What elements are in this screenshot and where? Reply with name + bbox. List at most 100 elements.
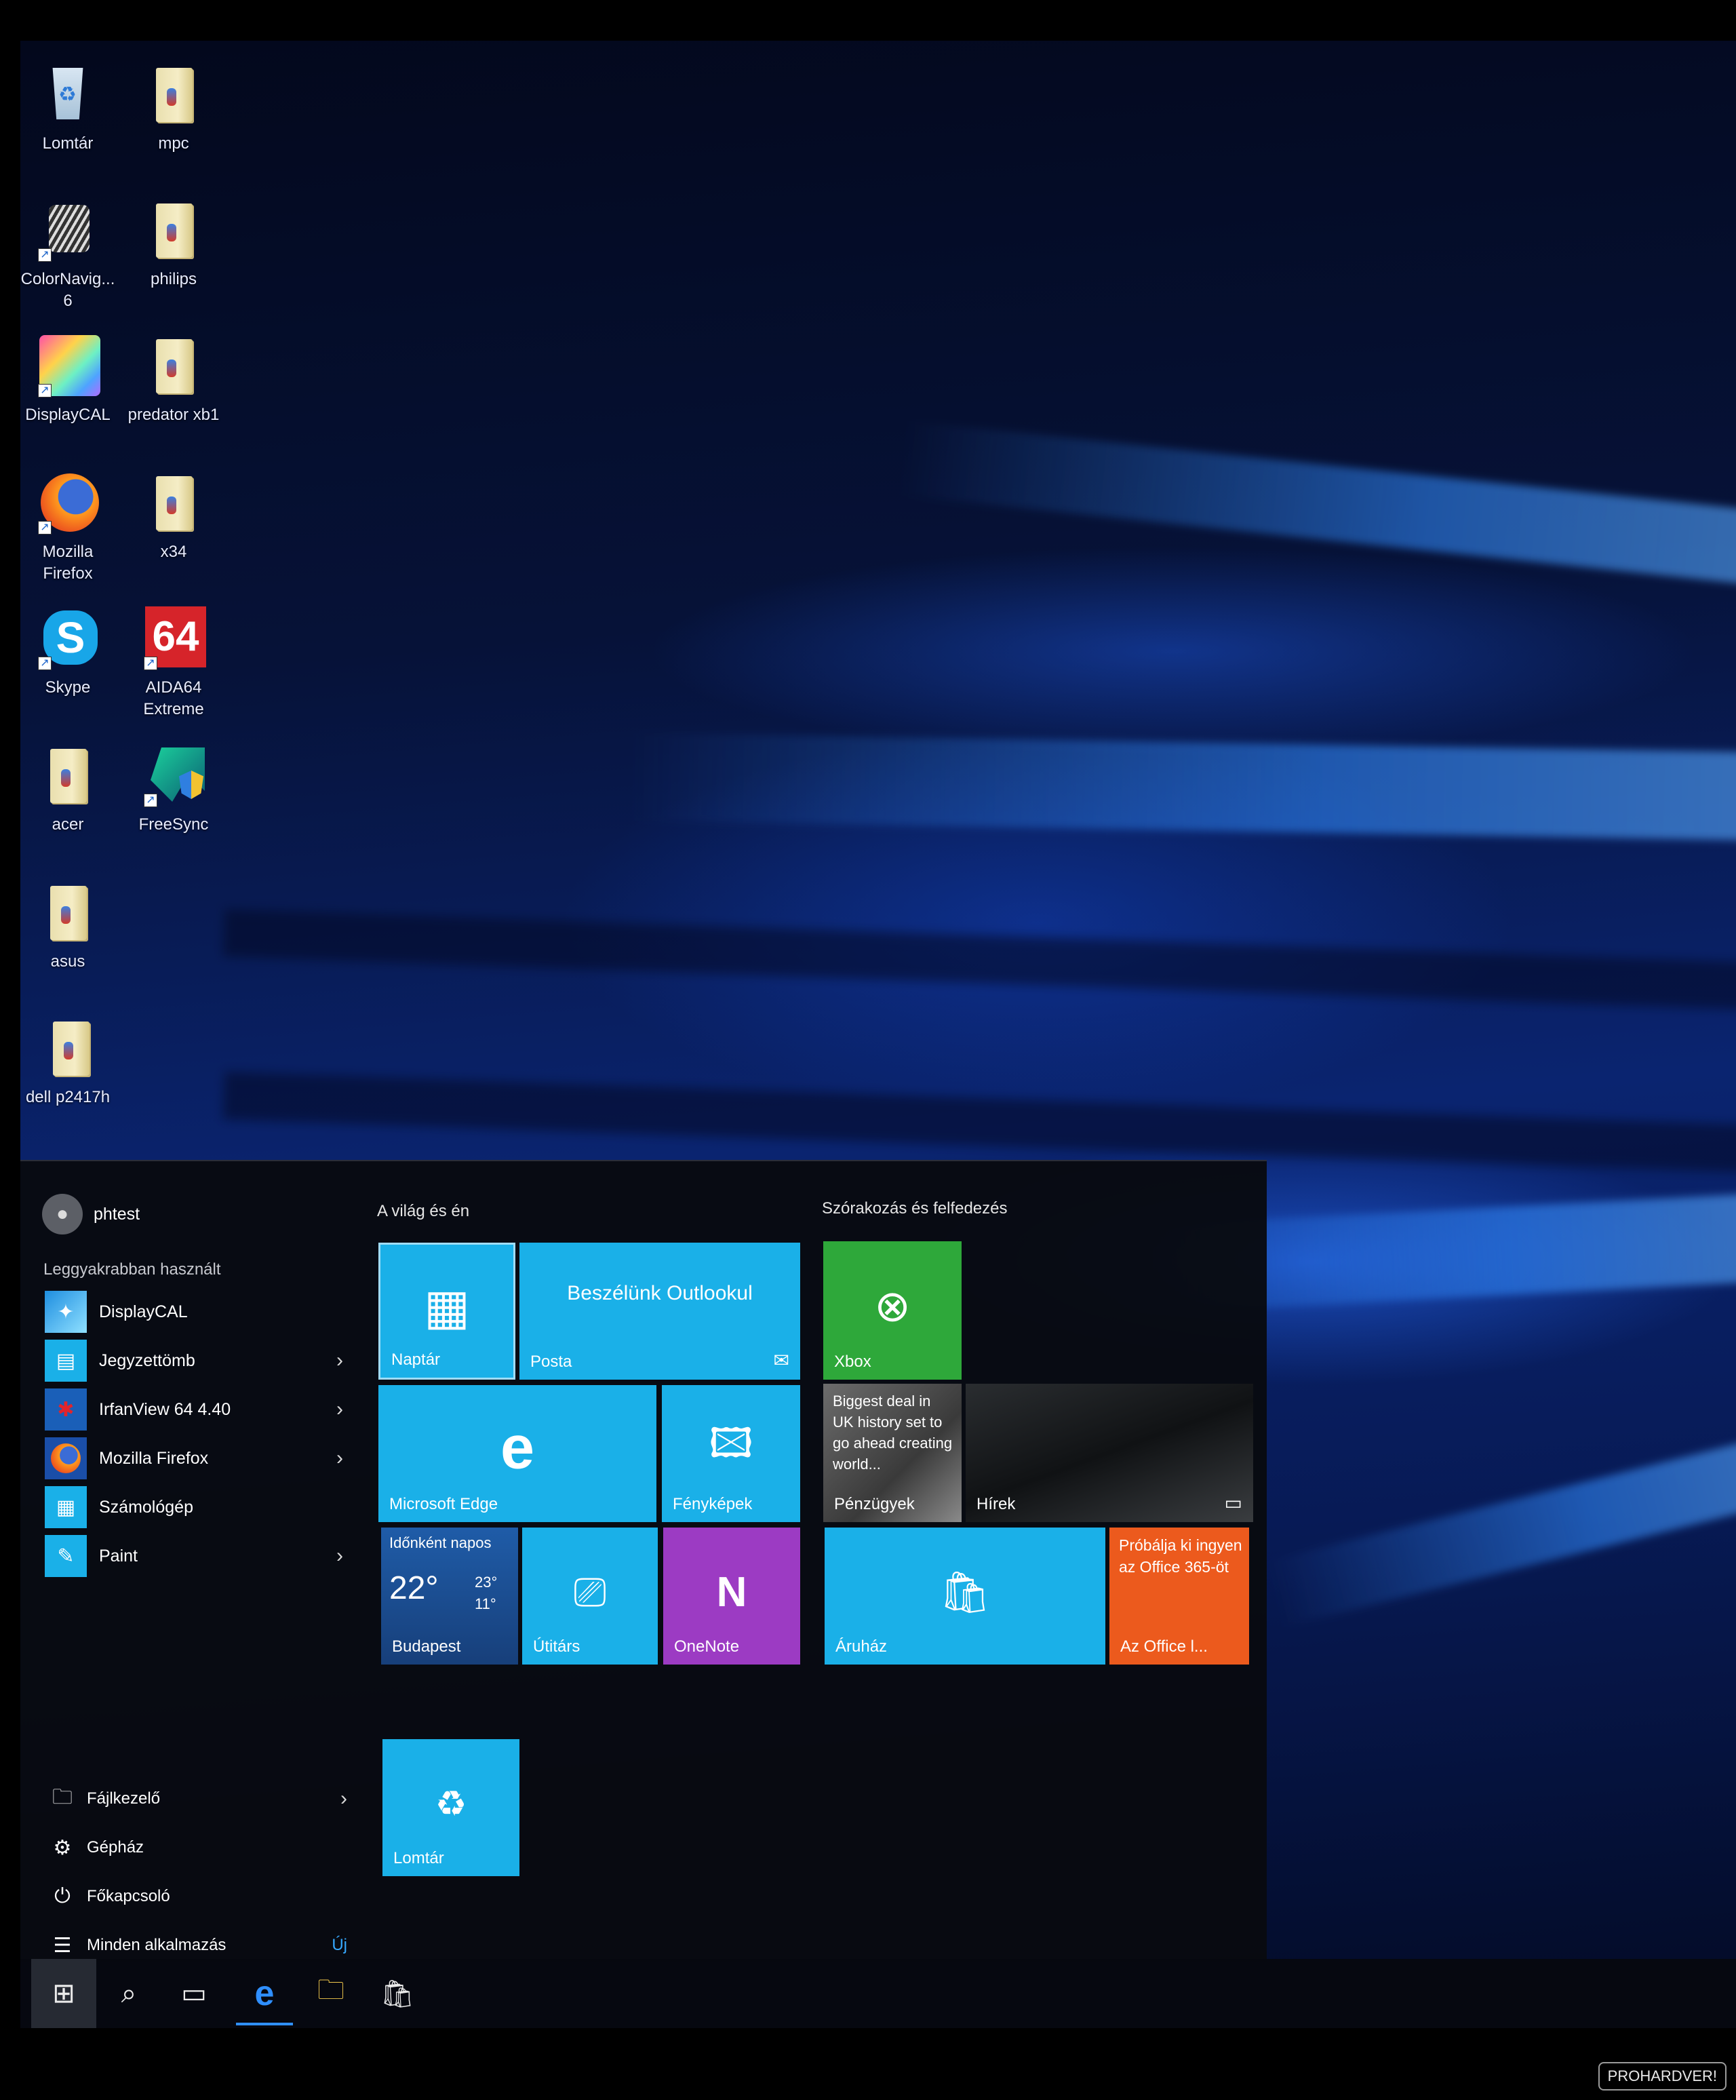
desktop-icon-displaycal[interactable]: ↗ DisplayCAL <box>14 334 122 426</box>
tile-label: Fényképek <box>673 1495 753 1513</box>
desktop-icon-acer[interactable]: acer <box>14 743 122 836</box>
tile-xbox[interactable]: ⊗ Xbox <box>823 1241 962 1380</box>
calculator-icon: ▦ <box>45 1486 87 1528</box>
power-item[interactable]: ⏻ Főkapcsoló <box>49 1878 347 1916</box>
desktop-icon-dell[interactable]: dell p2417h <box>14 1016 122 1108</box>
settings-item[interactable]: ⚙ Gépház <box>49 1829 347 1867</box>
chevron-right-icon[interactable]: › <box>336 1398 343 1421</box>
start-menu: ● phtest Leggyakrabban használt ✦ Displa… <box>20 1160 1267 1962</box>
taskbar-store[interactable]: 🛍 <box>365 1959 430 2028</box>
settings-label: Gépház <box>87 1838 144 1856</box>
desktop-icon-predator[interactable]: predator xb1 <box>119 334 228 426</box>
tile-mail[interactable]: Beszélünk Outlookul Posta ✉ <box>519 1243 800 1380</box>
app-list-item-irfanview[interactable]: ✱ IrfanView 64 4.40 › <box>45 1386 343 1433</box>
app-label: Jegyzettömb <box>99 1350 195 1370</box>
tile-money[interactable]: Biggest deal in UK history set to go ahe… <box>823 1384 962 1522</box>
user-avatar-icon: ● <box>42 1194 83 1234</box>
desktop-icon-label: ColorNavig... 6 <box>20 270 115 310</box>
app-list-item-paint[interactable]: ✎ Paint › <box>45 1533 343 1579</box>
desktop-icon-label: acer <box>52 815 84 834</box>
paint-icon: ✎ <box>45 1535 87 1577</box>
desktop-icon-recycle-bin[interactable]: ♻ Lomtár <box>14 62 122 155</box>
desktop-icon-philips[interactable]: philips <box>119 198 228 290</box>
all-apps-label: Minden alkalmazás <box>87 1936 226 1954</box>
weather-temp: 22° <box>389 1570 439 1606</box>
xbox-icon: ⊗ <box>874 1281 911 1331</box>
file-explorer-item[interactable]: 🗀 Fájlkezelő › <box>49 1780 347 1818</box>
tile-onenote[interactable]: N OneNote <box>663 1528 800 1665</box>
money-headline: Biggest deal in UK history set to go ahe… <box>833 1393 953 1473</box>
power-label: Főkapcsoló <box>87 1887 170 1905</box>
chevron-right-icon[interactable]: › <box>336 1544 343 1568</box>
user-name: phtest <box>94 1204 140 1224</box>
tile-label: Pénzügyek <box>834 1495 915 1513</box>
app-label: DisplayCAL <box>99 1302 188 1321</box>
user-account[interactable]: ● phtest <box>42 1194 140 1234</box>
desktop-icon-label: dell p2417h <box>25 1088 111 1106</box>
desktop-icon-mpc[interactable]: mpc <box>119 62 228 155</box>
desktop-icon-aida64[interactable]: 64 ↗ AIDA64 Extreme <box>119 606 228 720</box>
file-explorer-label: Fájlkezelő <box>87 1789 161 1808</box>
news-icon: ▭ <box>1224 1492 1242 1513</box>
app-list-item-notepad[interactable]: ▤ Jegyzettömb › <box>45 1338 343 1384</box>
desktop-icon-label: FreeSync <box>138 815 209 834</box>
desktop-icon-freesync[interactable]: ↗ FreeSync <box>119 743 228 836</box>
desktop-icon-colornavigator[interactable]: ↗ ColorNavig... 6 <box>14 198 122 312</box>
folder-icon <box>35 743 100 809</box>
group-title-life: A világ és én <box>377 1202 470 1220</box>
taskbar-edge[interactable]: e <box>232 1959 297 2028</box>
tile-label: Az Office l... <box>1120 1637 1208 1656</box>
firefox-icon: ↗ <box>35 471 100 536</box>
store-bag-icon: 🛍 <box>939 1569 991 1615</box>
tile-news[interactable]: Hírek ▭ <box>966 1384 1253 1522</box>
tile-edge[interactable]: e Microsoft Edge <box>378 1385 656 1522</box>
tile-calendar[interactable]: ▦ Naptár <box>378 1243 515 1380</box>
tile-travel[interactable]: ⎚ Útitárs <box>522 1528 658 1665</box>
tile-label: Budapest <box>392 1637 461 1656</box>
taskbar: ⊞ ⌕ ▭ e 🗀 🛍 <box>20 1959 1736 2028</box>
group-title-play: Szórakozás és felfedezés <box>822 1199 1008 1218</box>
recycle-bin-icon: ♻ <box>35 62 100 128</box>
new-badge: Új <box>332 1936 347 1954</box>
taskbar-file-explorer[interactable]: 🗀 <box>298 1959 363 2028</box>
store-bag-icon: 🛍 <box>380 1979 415 2009</box>
desktop-icon-label: AIDA64 Extreme <box>143 678 204 718</box>
tile-store[interactable]: 🛍 Áruház <box>825 1528 1105 1665</box>
office-promo: Próbálja ki ingyen az Office 365-öt <box>1119 1536 1242 1576</box>
desktop-icon-asus[interactable]: asus <box>14 880 122 973</box>
task-view-button[interactable]: ▭ <box>161 1959 226 2028</box>
start-button[interactable]: ⊞ <box>31 1959 96 2028</box>
search-button[interactable]: ⌕ <box>96 1959 161 2028</box>
tile-label: Hírek <box>976 1495 1016 1513</box>
desktop-icon-firefox[interactable]: ↗ Mozilla Firefox <box>14 471 122 585</box>
skype-icon: S ↗ <box>35 606 100 672</box>
desktop-icon-label: x34 <box>160 543 187 561</box>
app-list-item-calculator[interactable]: ▦ Számológép <box>45 1484 343 1530</box>
tile-label: OneNote <box>674 1637 740 1656</box>
tile-label: Áruház <box>835 1637 888 1656</box>
desktop-icon-label: asus <box>50 952 85 971</box>
app-list-item-displaycal[interactable]: ✦ DisplayCAL <box>45 1289 343 1335</box>
tile-office[interactable]: Próbálja ki ingyen az Office 365-öt Az O… <box>1109 1528 1249 1665</box>
weather-high: 23° <box>475 1574 498 1591</box>
desktop-icon-x34[interactable]: x34 <box>119 471 228 563</box>
desktop-icon-label: Skype <box>45 678 91 697</box>
chevron-right-icon[interactable]: › <box>336 1447 343 1470</box>
tile-photos[interactable]: 🖾 Fényképek <box>662 1385 800 1522</box>
desktop-icon-label: DisplayCAL <box>25 406 111 424</box>
mail-banner: Beszélünk Outlookul <box>567 1282 753 1304</box>
colornavigator-icon: ↗ <box>35 198 100 263</box>
folder-icon: 🗀 <box>317 1975 344 2005</box>
list-icon: ☰ <box>53 1934 72 1957</box>
watermark: PROHARDVER! <box>1598 2062 1727 2091</box>
tile-recycle-bin[interactable]: ♻ Lomtár <box>382 1739 519 1876</box>
irfanview-icon: ✱ <box>45 1388 87 1431</box>
aida64-icon: 64 ↗ <box>141 606 206 672</box>
tile-weather[interactable]: Időnként napos 22° 23° 11° Budapest <box>381 1528 518 1665</box>
chevron-right-icon[interactable]: › <box>340 1787 347 1810</box>
app-list-item-firefox[interactable]: Mozilla Firefox › <box>45 1435 343 1481</box>
devices-icon: ⎚ <box>574 1569 606 1615</box>
chevron-right-icon[interactable]: › <box>336 1349 343 1372</box>
desktop-icon-skype[interactable]: S ↗ Skype <box>14 606 122 699</box>
file-explorer-icon: 🗀 <box>52 1785 73 1808</box>
